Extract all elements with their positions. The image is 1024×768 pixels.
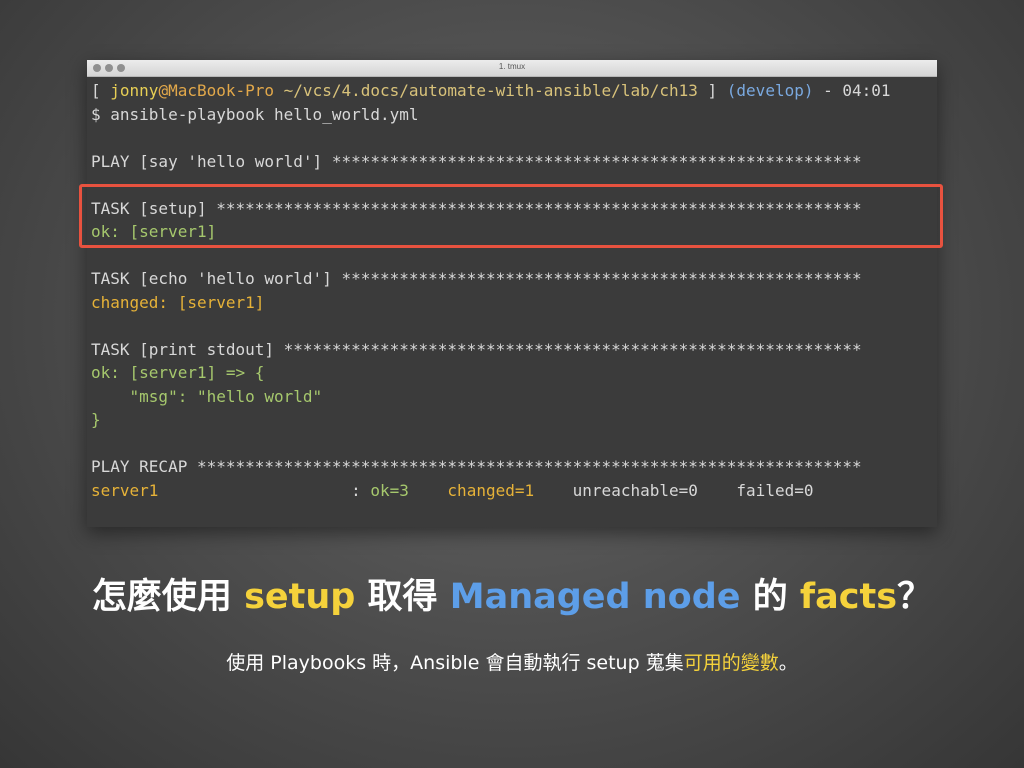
headline-text: 怎麼使用 bbox=[91, 577, 245, 617]
terminal-line: PLAY RECAP *****************************… bbox=[91, 455, 929, 479]
slide-subtitle: 使用 Playbooks 時，Ansible 會自動執行 setup 蒐集可用的… bbox=[0, 648, 1024, 675]
terminal-line: ok: [server1] => { bbox=[91, 361, 929, 385]
window-title: 1. tmux bbox=[498, 62, 526, 71]
terminal-text-segment: ] bbox=[697, 81, 727, 100]
terminal-text-segment: [ bbox=[91, 81, 111, 100]
window-titlebar[interactable]: 1. tmux bbox=[87, 60, 937, 77]
terminal-line: TASK [echo 'hello world'] **************… bbox=[91, 267, 929, 291]
terminal-text-segment: jonny bbox=[110, 81, 159, 100]
terminal-text-segment: ok=3 bbox=[370, 480, 409, 500]
headline-keyword-setup: setup bbox=[244, 577, 356, 617]
slide-headline: 怎麼使用 setup 取得 Managed node 的 facts？ bbox=[0, 568, 1024, 619]
terminal-text-segment: unreachable=0 failed=0 bbox=[534, 480, 814, 500]
terminal-text-segment: - 04:01 bbox=[813, 81, 891, 100]
terminal-text-segment: ~/vcs/4.docs/automate-with-ansible/lab/c… bbox=[274, 81, 698, 100]
terminal-output[interactable]: [ jonny@MacBook-Pro ~/vcs/4.docs/automat… bbox=[91, 79, 929, 502]
headline-keyword-managed-node: Managed node bbox=[449, 577, 741, 617]
terminal-text-segment: changed=1 bbox=[447, 480, 535, 500]
subtitle-keyword-variables: 可用的變數 bbox=[683, 652, 779, 674]
subtitle-text: 使用 Playbooks 時，Ansible 會自動執行 setup 蒐集 bbox=[226, 652, 684, 674]
terminal-text-segment: "msg": "hello world" bbox=[91, 386, 323, 406]
terminal-line: PLAY [say 'hello world'] ***************… bbox=[91, 150, 929, 174]
terminal-text-segment: server1 bbox=[91, 480, 159, 500]
terminal-line: [ jonny@MacBook-Pro ~/vcs/4.docs/automat… bbox=[91, 79, 929, 103]
headline-keyword-facts: facts bbox=[799, 577, 898, 617]
terminal-line: $ ansible-playbook hello_world.yml bbox=[91, 103, 929, 127]
terminal-text-segment: } bbox=[91, 410, 101, 429]
terminal-line: TASK [print stdout] ********************… bbox=[91, 338, 929, 362]
terminal-text-segment: ok: [server1] => { bbox=[91, 363, 265, 382]
terminal-line: "msg": "hello world" bbox=[91, 385, 929, 409]
terminal-line: server1 : ok=3 changed=1 unreachable=0 f… bbox=[91, 479, 929, 503]
terminal-text-segment: $ ansible-playbook hello_world.yml bbox=[91, 104, 419, 124]
headline-text: 取得 bbox=[355, 577, 450, 617]
headline-text: 的 bbox=[740, 577, 800, 617]
terminal-text-segment: (develop) bbox=[726, 81, 814, 100]
terminal-window: 1. tmux [ jonny@MacBook-Pro ~/vcs/4.docs… bbox=[87, 60, 937, 527]
terminal-text-segment: PLAY [say 'hello world'] ***************… bbox=[91, 151, 862, 171]
terminal-text-segment: : bbox=[158, 480, 371, 500]
terminal-line: changed: [server1] bbox=[91, 291, 929, 315]
setup-task-highlight-box bbox=[79, 184, 943, 248]
terminal-text-segment: @MacBook-Pro bbox=[158, 81, 275, 100]
terminal-text-segment: PLAY RECAP *****************************… bbox=[91, 457, 862, 476]
terminal-line: } bbox=[91, 408, 929, 432]
terminal-text-segment: TASK [echo 'hello world'] **************… bbox=[91, 269, 862, 288]
subtitle-text: 。 bbox=[778, 652, 798, 674]
terminal-text-segment: changed: [server1] bbox=[91, 292, 265, 312]
terminal-text-segment: TASK [print stdout] ********************… bbox=[91, 339, 862, 359]
headline-text: ？ bbox=[897, 577, 933, 617]
